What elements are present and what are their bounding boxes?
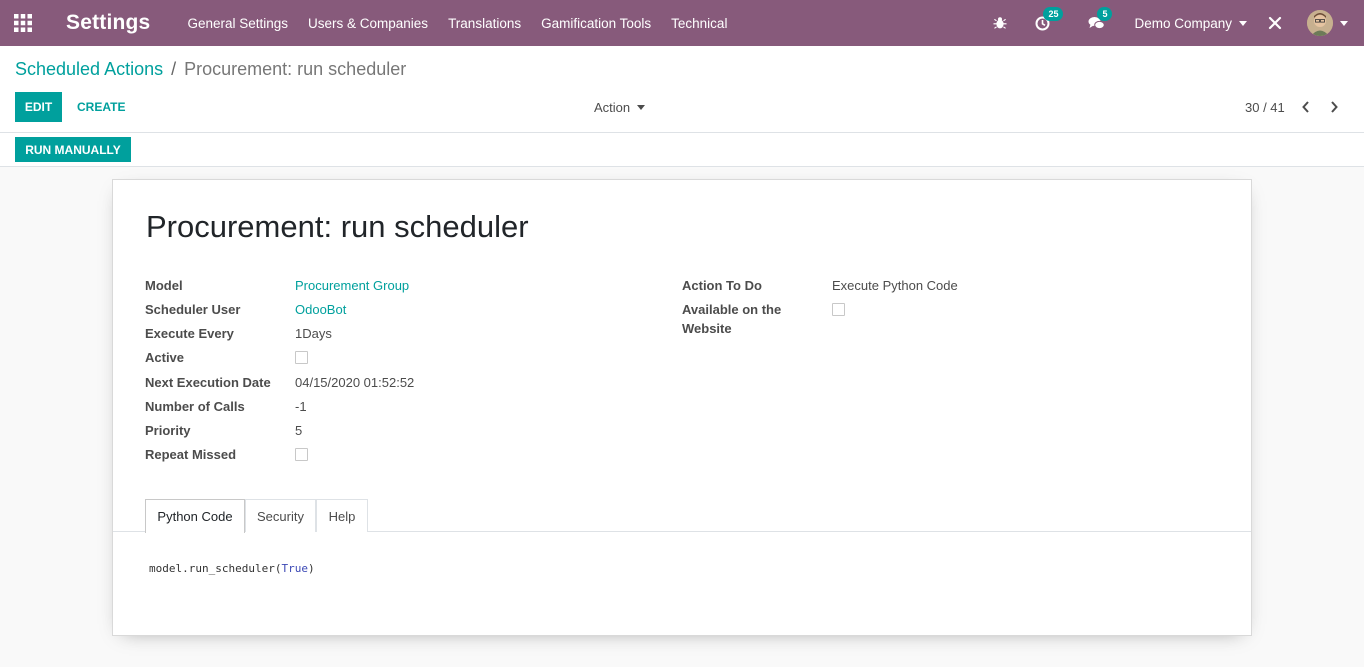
debug-bug-icon[interactable] [990,13,1010,33]
python-code-editor[interactable]: model.run_scheduler(True) [149,562,315,575]
menu-general-settings[interactable]: General Settings [187,16,288,31]
create-button[interactable]: Create [77,92,125,122]
record-title: Procurement: run scheduler [146,209,529,244]
run-manually-button[interactable]: Run Manually [15,137,131,162]
chevron-down-icon [637,104,646,110]
action-to-do-label: Action To Do [682,278,762,293]
tab-help[interactable]: Help [316,499,368,532]
navbar-systray: 25 5 Demo Company [990,0,1364,46]
model-label: Model [145,278,183,293]
breadcrumb-scheduled-actions[interactable]: Scheduled Actions [15,59,163,80]
activity-count-badge: 25 [1043,7,1064,21]
company-switcher[interactable]: Demo Company [1134,16,1247,31]
code-text: model.run_scheduler( [149,562,282,575]
scheduler-user-label: Scheduler User [145,302,241,317]
available-on-website-label-line2: Website [682,321,732,336]
menu-users-companies[interactable]: Users & Companies [308,16,428,31]
priority-label: Priority [145,423,191,438]
tab-python-code[interactable]: Python Code [145,499,245,533]
form-statusbar: Run Manually [0,133,1364,167]
tab-security[interactable]: Security [245,499,316,532]
tools-cross-icon[interactable] [1265,13,1285,33]
user-avatar [1307,10,1333,36]
code-text-end: ) [307,562,315,575]
scheduler-user-value-link[interactable]: OdooBot [295,300,346,319]
app-title[interactable]: Settings [66,11,150,35]
pager-previous-icon[interactable] [1296,92,1316,122]
priority-value: 5 [295,423,303,438]
active-checkbox [295,351,308,364]
active-label: Active [145,350,185,365]
control-panel: Scheduled Actions / Procurement: run sch… [0,46,1364,133]
notebook-tabs: Python Code Security Help [113,499,1251,533]
menu-translations[interactable]: Translations [448,16,521,31]
activity-clock-icon[interactable]: 25 [1032,7,1064,33]
main-menu: General Settings Users & Companies Trans… [187,16,747,31]
pager-value[interactable]: 30 / 41 [1245,92,1285,122]
breadcrumb-separator: / [171,59,177,79]
action-dropdown[interactable]: Action [594,92,646,122]
repeat-missed-label: Repeat Missed [145,447,237,462]
messages-chat-icon[interactable]: 5 [1086,7,1113,33]
next-execution-date-label: Next Execution Date [145,375,271,390]
breadcrumb-current: Procurement: run scheduler [184,59,407,79]
available-on-website-checkbox [832,303,845,316]
number-of-calls-value: -1 [295,399,307,414]
next-execution-date-value: 04/15/2020 01:52:52 [295,375,415,390]
menu-technical[interactable]: Technical [671,16,727,31]
execute-every-label: Execute Every [145,326,234,341]
available-on-website-label: Available on the Website [682,300,781,338]
apps-menu-icon[interactable] [0,0,46,46]
pager-next-icon[interactable] [1324,92,1344,122]
repeat-missed-checkbox [295,448,308,461]
chevron-down-icon [1239,20,1247,26]
action-to-do-value: Execute Python Code [832,278,958,293]
available-on-website-label-line1: Available on the [682,302,782,317]
execute-every-value: 1Days [295,326,332,341]
action-dropdown-label: Action [594,99,631,115]
top-navbar: Settings General Settings Users & Compan… [0,0,1364,46]
form-sheet: Procurement: run scheduler Model Procure… [112,179,1252,636]
user-menu[interactable] [1307,10,1348,36]
chevron-down-icon [1340,20,1348,26]
breadcrumb: Scheduled Actions / Procurement: run sch… [15,59,406,80]
edit-button[interactable]: Edit [15,92,62,122]
messages-count-badge: 5 [1097,7,1113,21]
company-name: Demo Company [1134,15,1232,31]
code-keyword: True [281,562,308,575]
number-of-calls-label: Number of Calls [145,399,245,414]
model-value-link[interactable]: Procurement Group [295,276,409,295]
menu-gamification-tools[interactable]: Gamification Tools [541,16,651,31]
